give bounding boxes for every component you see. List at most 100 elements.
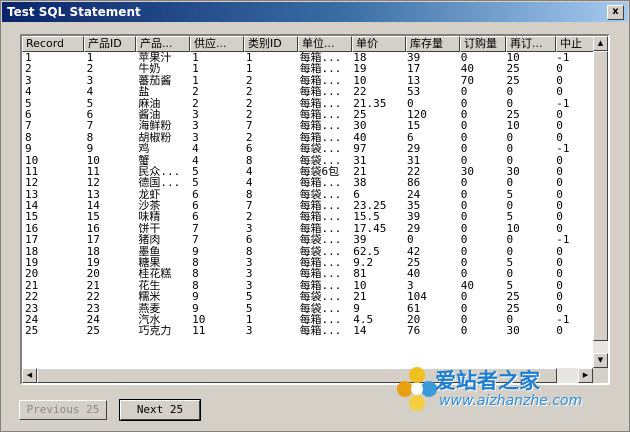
table-row[interactable]: 21 21 花生 8 3 每箱... 10 3 40 5 0 (22, 280, 593, 291)
scroll-left-icon[interactable]: ◀ (22, 368, 37, 383)
column-header[interactable]: 类别ID (244, 36, 298, 52)
column-header[interactable]: 再订... (506, 36, 556, 52)
table-row[interactable]: 9 9 鸡 4 6 每袋... 97 29 0 0 -1 (22, 143, 593, 154)
table-cell: 0 (556, 177, 563, 189)
column-header[interactable]: 单位... (298, 36, 352, 52)
column-header[interactable]: 订购量 (460, 36, 506, 52)
table-row[interactable]: 19 19 糖果 8 3 每箱... 9.2 25 0 5 0 (22, 257, 593, 268)
table-cell: 14 (353, 325, 367, 337)
table-cell: 每袋... (299, 143, 342, 155)
table-cell: 97 (353, 143, 367, 155)
table-cell: 10 (353, 74, 367, 87)
table-row[interactable]: 20 20 桂花糕 8 3 每箱... 81 40 0 0 0 (22, 268, 593, 279)
vertical-scrollbar[interactable]: ▲ ▼ (593, 36, 608, 368)
table-row[interactable]: 23 23 燕麦 9 5 每袋... 9 61 0 25 0 (22, 303, 593, 314)
table-cell: 0 (460, 234, 468, 246)
table-row[interactable]: 2 2 牛奶 1 1 每箱... 19 17 40 25 0 (22, 63, 593, 74)
scroll-up-icon[interactable]: ▲ (593, 36, 608, 51)
table-cell: 5 (506, 188, 514, 201)
table-cell: 每袋... (299, 154, 342, 166)
table-cell: 苹果汁 (138, 52, 172, 64)
table-cell: 0 (556, 325, 563, 337)
table-cell: 0 (460, 97, 468, 109)
previous-button[interactable]: Previous 25 (19, 400, 107, 420)
table-cell: 0 (460, 257, 468, 269)
table-row[interactable]: 5 5 麻油 2 2 每箱... 21.35 0 0 0 -1 (22, 98, 593, 109)
table-cell: 0 (556, 222, 563, 235)
table-cell: 糖果 (138, 257, 161, 269)
table-cell: 0 (506, 154, 514, 166)
table-cell: 味精 (138, 211, 161, 223)
table-cell: 0 (556, 302, 563, 314)
table-cell: 35 (407, 200, 421, 212)
title-bar[interactable]: Test SQL Statement x (2, 2, 628, 22)
table-cell: 0 (556, 200, 563, 212)
table-cell: 2 (245, 211, 253, 223)
table-cell: 3 (245, 279, 253, 292)
table-cell: 39 (353, 234, 367, 246)
table-row[interactable]: 13 13 龙虾 6 8 每袋... 6 24 0 5 0 (22, 189, 593, 200)
table-cell: 38 (353, 177, 367, 189)
table-cell: 25 (506, 74, 520, 87)
table-cell: 15 (86, 211, 100, 223)
grid-rows: 1 1 苹果汁 1 1 每箱... 18 39 0 10 -1 2 2 牛奶 1 1 每箱... 19 17 40 25… (22, 52, 593, 368)
table-row[interactable]: 4 4 盐 2 2 每箱... 22 53 0 0 0 (22, 86, 593, 97)
table-cell: 12 (86, 177, 100, 189)
table-row[interactable]: 22 22 糯米 9 5 每袋... 21 104 0 25 0 (22, 291, 593, 302)
table-cell: 0 (506, 200, 514, 212)
table-cell: 17 (407, 63, 421, 75)
table-cell: 40 (353, 131, 367, 144)
table-row[interactable]: 7 7 海鲜粉 3 7 每箱... 30 15 0 10 0 (22, 120, 593, 131)
table-cell: 酱油 (138, 108, 161, 121)
column-header[interactable]: Record (22, 36, 84, 52)
column-header[interactable]: 单价 (352, 36, 406, 52)
table-row[interactable]: 25 25 巧克力 11 3 每箱... 14 76 0 30 0 (22, 325, 593, 336)
table-cell: 6 (192, 200, 199, 212)
table-cell: 21 (353, 165, 367, 178)
table-row[interactable]: 1 1 苹果汁 1 1 每箱... 18 39 0 10 -1 (22, 52, 593, 63)
table-row[interactable]: 16 16 饼干 7 3 每箱... 17.45 29 0 10 0 (22, 223, 593, 234)
table-cell: -1 (556, 143, 570, 155)
table-row[interactable]: 3 3 蕃茄酱 1 2 每箱... 10 13 70 25 0 (22, 75, 593, 86)
table-cell: 9.2 (353, 257, 374, 269)
table-row[interactable]: 18 18 墨鱼 9 8 每袋... 62.5 42 0 0 0 (22, 246, 593, 257)
table-row[interactable]: 6 6 酱油 3 2 每箱... 25 120 0 25 0 (22, 109, 593, 120)
table-cell: 3 (245, 257, 253, 269)
table-cell: 0 (556, 165, 563, 178)
column-header[interactable]: 产品ID (84, 36, 136, 52)
column-header[interactable]: 产品... (136, 36, 190, 52)
table-cell: 3 (245, 222, 253, 235)
table-cell: 花生 (138, 279, 161, 292)
column-header[interactable]: 中止 (556, 36, 596, 52)
column-header[interactable]: 供应... (190, 36, 244, 52)
table-cell: 0 (407, 234, 414, 246)
table-cell: 0 (460, 108, 468, 121)
results-grid[interactable]: Record 产品ID 产品... 供应... 类别ID 单位... 单价 库存量 订购量 再订.… (20, 34, 610, 385)
table-cell: 18 (86, 245, 100, 258)
table-row[interactable]: 8 8 胡椒粉 3 2 每箱... 40 6 0 0 0 (22, 132, 593, 143)
table-row[interactable]: 15 15 味精 6 2 每箱... 15.5 39 0 5 0 (22, 211, 593, 222)
close-button[interactable]: x (607, 5, 624, 20)
table-cell: 2 (25, 63, 32, 75)
table-row[interactable]: 11 11 民众... 5 4 每袋6包 21 22 30 30 0 (22, 166, 593, 177)
table-row[interactable]: 10 10 蟹 4 8 每袋... 31 31 0 0 0 (22, 155, 593, 166)
table-cell: 0 (556, 131, 563, 144)
column-header[interactable]: 库存量 (406, 36, 460, 52)
table-cell: 每箱... (299, 313, 342, 326)
table-row[interactable]: 24 24 汽水 10 1 每箱... 4.5 20 0 0 -1 (22, 314, 593, 325)
table-cell: -1 (556, 313, 570, 326)
table-row[interactable]: 12 12 德国... 5 4 每箱... 38 86 0 0 0 (22, 177, 593, 188)
table-cell: 25 (506, 291, 520, 303)
table-cell: 5 (245, 291, 253, 303)
table-cell: 5 (25, 97, 32, 109)
window-title: Test SQL Statement (7, 5, 141, 19)
table-row[interactable]: 17 17 猪肉 7 6 每袋... 39 0 0 0 -1 (22, 234, 593, 245)
vertical-scroll-thumb[interactable] (593, 51, 608, 341)
table-cell: 18 (25, 245, 39, 258)
table-row[interactable]: 14 14 沙茶 6 7 每箱... 23.25 35 0 0 0 (22, 200, 593, 211)
table-cell: 0 (556, 154, 563, 166)
table-cell: 7 (86, 120, 94, 132)
table-cell: 海鲜粉 (138, 120, 172, 132)
table-cell: 0 (460, 245, 468, 258)
next-button[interactable]: Next 25 (119, 399, 201, 421)
